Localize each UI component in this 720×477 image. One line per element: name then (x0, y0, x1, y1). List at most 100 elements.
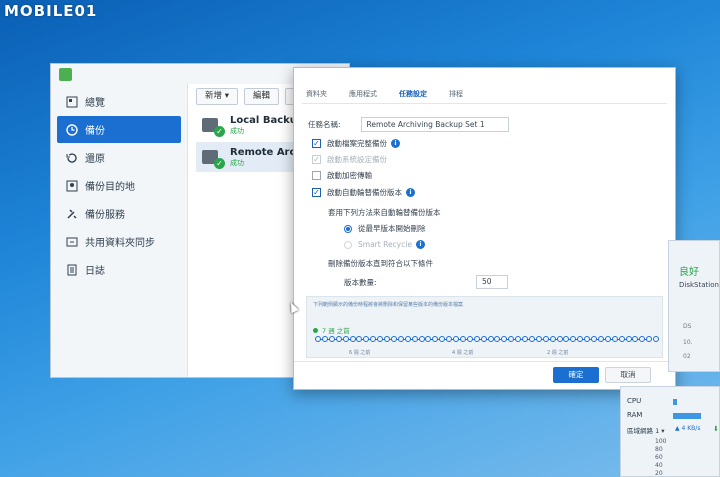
tab-folders[interactable]: 資料夾 (306, 89, 327, 99)
ram-label: RAM (627, 411, 643, 419)
tab-schedule[interactable]: 排程 (449, 89, 463, 99)
version-count-input[interactable]: 50 (476, 275, 508, 289)
health-status: 良好 (679, 267, 699, 278)
timeline-version-dot (453, 336, 459, 342)
timeline-version-dot (425, 336, 432, 342)
rotation-checkbox[interactable]: ✓ (312, 188, 321, 197)
log-icon (65, 263, 79, 277)
timeline-version-dot (501, 336, 508, 342)
encrypt-checkbox[interactable] (312, 171, 321, 180)
timeline-version-dot (632, 336, 639, 342)
backup-icon (65, 123, 79, 137)
tab-divider (302, 103, 667, 104)
timeline-version-dot (397, 336, 404, 342)
dialog-footer: 確定 取消 (294, 361, 675, 389)
overview-icon (65, 95, 79, 109)
new-button[interactable]: 新增 ▾ (196, 88, 238, 105)
timeline-start-label: 7 週 之前 (322, 327, 350, 335)
timeline-version-dot (549, 336, 556, 342)
timeline-version-dot (480, 336, 487, 342)
timeline-version-dot (577, 336, 584, 342)
timeline-version-dot (315, 336, 321, 342)
tab-applications[interactable]: 應用程式 (349, 89, 377, 99)
dialog-tabs: 資料夾 應用程式 任務設定 排程 (306, 89, 463, 99)
earliest-label: 從最早版本開始刪除 (358, 224, 426, 233)
sidebar-item-label: 備份服務 (85, 210, 125, 221)
rotation-timeline: 下列範例顯示的備份時程將會將刪除和保留某些版本的備份版本檔案 7 週 之前 6 … (306, 296, 663, 358)
sidebar-item-overview[interactable]: 總覽 (57, 88, 181, 115)
task-status: 成功 (230, 158, 244, 167)
timeline-version-dot (584, 336, 591, 342)
timeline-version-dot (390, 336, 397, 342)
info-icon[interactable]: i (391, 139, 400, 148)
earliest-option: 從最早版本開始刪除 (344, 223, 426, 234)
health-value: 10. (683, 339, 693, 346)
network-selector[interactable]: 區域網路 1 ▾ (627, 425, 665, 435)
sidebar-item-restore[interactable]: 還原 (57, 144, 181, 171)
timeline-version-dot (459, 336, 466, 342)
timeline-version-dot (542, 336, 549, 342)
server-name: DiskStation (679, 281, 719, 289)
timeline-version-dot (611, 336, 618, 342)
timeline-version-dot (487, 336, 494, 342)
timeline-version-dot (473, 336, 480, 342)
version-count-label: 版本數量: (344, 277, 377, 287)
encrypt-label: 啟動加密傳輸 (327, 171, 372, 180)
folder-icon: ✓ (202, 116, 225, 137)
task-name-input[interactable] (360, 117, 509, 132)
edit-button[interactable]: 編輯 (243, 88, 279, 105)
sidebar-item-log[interactable]: 日誌 (57, 256, 181, 283)
destination-icon (65, 179, 79, 193)
timeline-version-dot (515, 336, 522, 342)
smart-recycle-option: Smart Recycle i (344, 240, 425, 249)
timeline-version-dot (556, 336, 563, 342)
health-value: 02 (683, 353, 691, 360)
timeline-version-dot (335, 336, 342, 342)
earliest-radio[interactable] (344, 224, 352, 233)
timeline-version-dot (321, 336, 328, 342)
upload-rate: ▲ 4 KB/s (675, 425, 701, 432)
task-name-row: 任務名稱: (308, 117, 509, 132)
timeline-version-dot (377, 336, 384, 342)
timeline-version-dot (349, 336, 356, 342)
timeline-version-dot (563, 336, 570, 342)
smart-recycle-radio[interactable] (344, 240, 352, 249)
config-option: ✓ 啟動系統設定備份 (312, 154, 387, 165)
timeline-version-dot (418, 336, 425, 342)
cpu-label: CPU (627, 397, 642, 405)
sidebar-item-services[interactable]: 備份服務 (57, 200, 181, 227)
timeline-version-dot (370, 336, 377, 342)
sidebar-item-label: 日誌 (85, 266, 105, 277)
sidebar-item-destination[interactable]: 備份目的地 (57, 172, 181, 199)
timeline-version-dot (466, 336, 473, 342)
timeline-version-dot (508, 336, 515, 342)
timeline-tick: 4 週 之前 (452, 350, 474, 356)
sidebar-item-folder-sync[interactable]: 共用資料夾同步 (57, 228, 181, 255)
timeline-version-dot (328, 336, 335, 342)
sidebar-item-label: 備份目的地 (85, 182, 135, 193)
task-settings-dialog: 資料夾 應用程式 任務設定 排程 任務名稱: ✓ 啟動檔案完整備份 i ✓ 啟動… (293, 67, 676, 390)
info-icon[interactable]: i (406, 188, 415, 197)
timeline-version-dot (618, 336, 625, 342)
timeline-version-dot (591, 336, 597, 342)
task-name: Remote Archivi (230, 146, 296, 158)
sidebar-item-label: 共用資料夾同步 (85, 238, 155, 249)
sidebar: 總覽 備份 還原 備份目的地 備份服務 共用資料夾同步 日誌 (57, 88, 181, 284)
tab-task-settings[interactable]: 任務設定 (399, 89, 427, 99)
timeline-version-dot (653, 336, 660, 342)
health-value: DS (683, 323, 692, 330)
timeline-version-dot (570, 336, 577, 342)
info-icon[interactable]: i (415, 240, 425, 249)
sync-icon (65, 235, 79, 249)
ok-button[interactable]: 確定 (553, 367, 599, 383)
timeline-version-dot (597, 336, 604, 342)
watermark-logo: MOBILE01 (4, 2, 98, 20)
timeline-version-dot (384, 336, 390, 342)
sidebar-item-backup[interactable]: 備份 (57, 116, 181, 143)
integrity-checkbox[interactable]: ✓ (312, 139, 321, 148)
rotation-label: 啟動自動輪替備份版本 (327, 188, 402, 197)
cancel-button[interactable]: 取消 (605, 367, 651, 383)
net-y-tick: 60 (655, 454, 663, 461)
net-y-tick: 20 (655, 470, 663, 477)
config-checkbox[interactable]: ✓ (312, 155, 321, 164)
